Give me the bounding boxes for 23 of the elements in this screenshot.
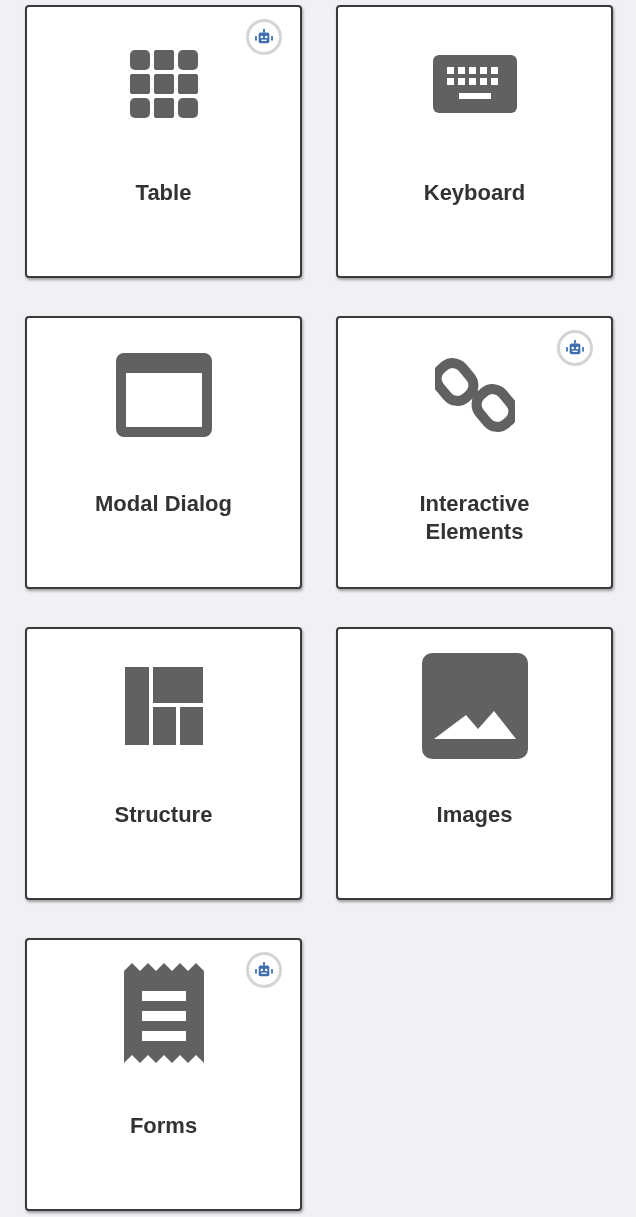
card-label: Modal Dialog (94, 490, 233, 518)
robot-icon (566, 340, 584, 356)
robot-icon (255, 29, 273, 45)
chain-link-icon (434, 355, 515, 435)
category-card[interactable]: Keyboard (336, 5, 613, 278)
window-icon (115, 353, 212, 437)
card-label: Images (435, 801, 514, 829)
keyboard-icon (432, 55, 517, 113)
category-card[interactable]: Structure (25, 627, 302, 900)
category-card[interactable]: Interactive Elements (336, 316, 613, 589)
layout-icon (124, 667, 203, 745)
card-label: Structure (113, 801, 214, 829)
card-label: Keyboard (422, 179, 527, 207)
image-icon (421, 653, 528, 759)
card-label: Forms (128, 1112, 199, 1140)
category-card[interactable]: Modal Dialog (25, 316, 302, 589)
category-card[interactable]: Table (25, 5, 302, 278)
card-label: Interactive Elements (418, 490, 531, 546)
category-card[interactable]: Images (336, 627, 613, 900)
table-icon (129, 50, 198, 118)
card-label: Table (134, 179, 193, 207)
category-card[interactable]: Forms (25, 938, 302, 1211)
robot-icon (255, 962, 273, 978)
